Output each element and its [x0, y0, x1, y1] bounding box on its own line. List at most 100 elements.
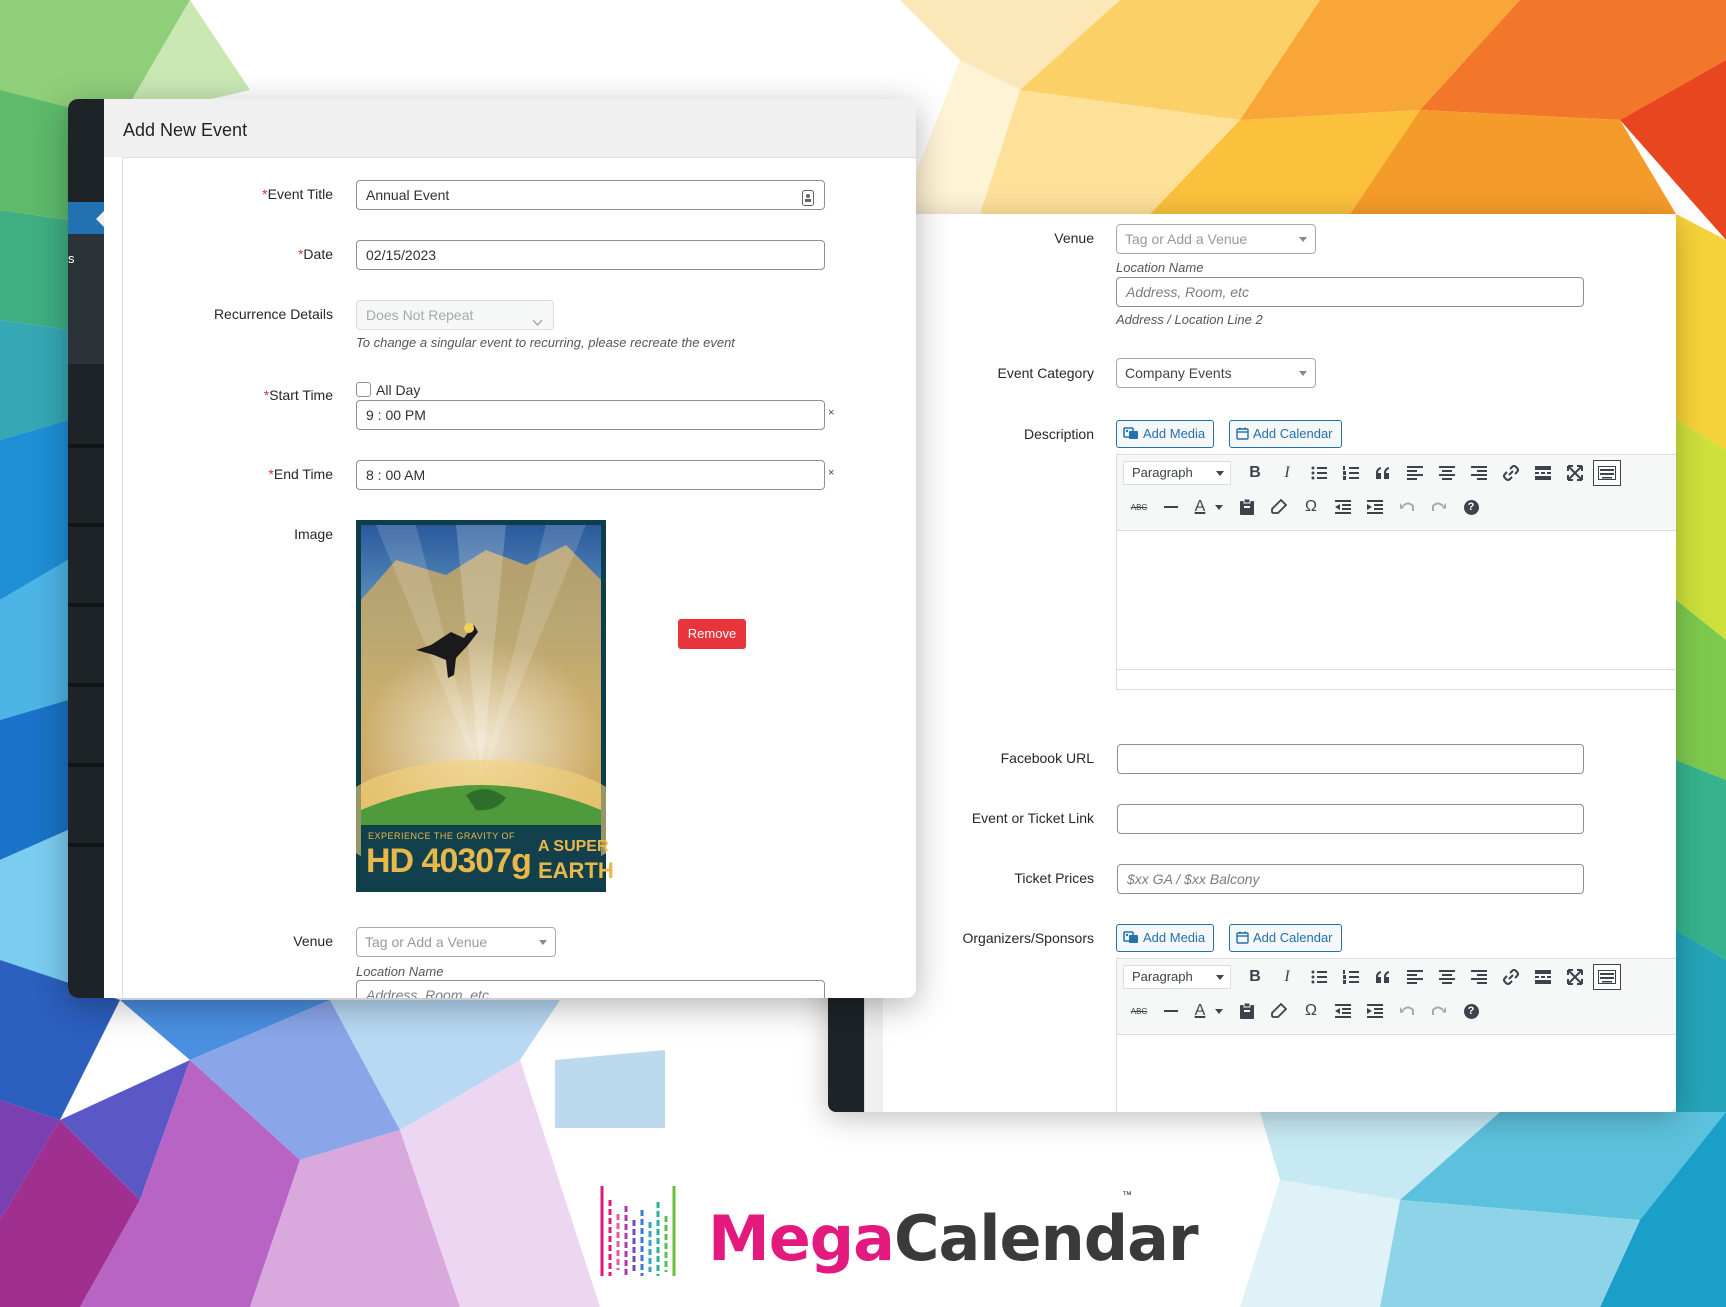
poster-subtitle-2: EARTH	[538, 858, 614, 883]
remove-image-button[interactable]: Remove	[678, 619, 746, 649]
read-more-icon[interactable]	[1527, 458, 1559, 488]
help-icon[interactable]: ?	[1455, 996, 1487, 1026]
end-time-label: *End Time	[268, 466, 333, 482]
chevron-down-icon	[1216, 471, 1224, 476]
add-calendar-label: Add Calendar	[1253, 930, 1333, 945]
undo-icon[interactable]	[1391, 492, 1423, 522]
blockquote-icon[interactable]	[1367, 458, 1399, 488]
text-color-icon[interactable]: A	[1187, 996, 1231, 1026]
trademark-symbol: ™	[1122, 1190, 1132, 1201]
align-right-icon[interactable]	[1463, 458, 1495, 488]
paste-text-icon[interactable]	[1231, 492, 1263, 522]
start-time-input[interactable]: 9 : 00 PM	[356, 400, 825, 430]
strikethrough-icon[interactable]: ABC	[1123, 996, 1155, 1026]
toolbar-row-1: Paragraph B I	[1123, 961, 1623, 993]
special-character-icon[interactable]: Ω	[1295, 996, 1327, 1026]
align-center-icon[interactable]	[1431, 458, 1463, 488]
date-label: *Date	[297, 246, 333, 262]
logo-mega-text: Mega	[708, 1202, 895, 1275]
organizers-add-media-button[interactable]: Add Media	[1116, 924, 1215, 953]
italic-icon[interactable]: I	[1271, 458, 1303, 488]
bold-icon[interactable]: B	[1239, 458, 1271, 488]
format-select-value: Paragraph	[1132, 969, 1193, 984]
link-icon[interactable]	[1495, 962, 1527, 992]
bold-icon[interactable]: B	[1239, 962, 1271, 992]
image-label: Image	[294, 526, 333, 542]
indent-icon[interactable]	[1359, 492, 1391, 522]
format-select[interactable]: Paragraph	[1123, 965, 1231, 989]
location-name-label: Location Name	[356, 964, 444, 979]
align-right-icon[interactable]	[1463, 962, 1495, 992]
fullscreen-icon[interactable]	[1559, 962, 1591, 992]
align-left-icon[interactable]	[1399, 962, 1431, 992]
link-icon[interactable]	[1495, 458, 1527, 488]
venue-select[interactable]: Tag or Add a Venue	[356, 927, 556, 957]
facebook-url-input[interactable]	[1117, 744, 1584, 774]
event-category-select[interactable]: Company Events	[1116, 358, 1316, 388]
format-select[interactable]: Paragraph	[1123, 461, 1231, 485]
ticket-prices-input[interactable]: $xx GA / $xx Balcony	[1117, 864, 1584, 894]
description-toolbar: Paragraph B I ABC A Ω ?	[1117, 455, 1676, 531]
recurrence-label: Recurrence Details	[213, 306, 333, 322]
organizers-add-calendar-button[interactable]: Add Calendar	[1229, 924, 1342, 952]
chevron-down-icon	[539, 940, 547, 945]
organizers-toolbar: Paragraph B I ABC A Ω ?	[1117, 959, 1676, 1035]
outdent-icon[interactable]	[1327, 492, 1359, 522]
start-time-label: *Start Time	[263, 387, 333, 403]
text-color-icon[interactable]: A	[1187, 492, 1231, 522]
outdent-icon[interactable]	[1327, 996, 1359, 1026]
ticket-link-input[interactable]	[1117, 804, 1584, 834]
special-character-icon[interactable]: Ω	[1295, 492, 1327, 522]
venue-select[interactable]: Tag or Add a Venue	[1116, 224, 1316, 254]
description-add-calendar-button[interactable]: Add Calendar	[1229, 420, 1342, 448]
fullscreen-icon[interactable]	[1559, 458, 1591, 488]
all-day-checkbox[interactable]	[356, 382, 371, 397]
chevron-down-icon	[532, 308, 543, 329]
redo-icon[interactable]	[1423, 492, 1455, 522]
event-category-value: Company Events	[1125, 365, 1232, 381]
date-input[interactable]: 02/15/2023	[356, 240, 825, 270]
redo-icon[interactable]	[1423, 996, 1455, 1026]
toolbar-toggle-icon[interactable]	[1593, 964, 1621, 990]
bullet-list-icon[interactable]	[1303, 962, 1335, 992]
description-content-area[interactable]	[1117, 531, 1676, 669]
indent-icon[interactable]	[1359, 996, 1391, 1026]
address-input[interactable]: Address, Room, etc	[1116, 277, 1584, 307]
poster-tagline: EXPERIENCE THE GRAVITY OF	[368, 831, 516, 841]
blockquote-icon[interactable]	[1367, 962, 1399, 992]
organizers-content-area[interactable]	[1117, 1035, 1676, 1112]
horizontal-line-icon[interactable]	[1155, 996, 1187, 1026]
address-input[interactable]: Address, Room, etc	[356, 980, 825, 998]
toolbar-toggle-icon[interactable]	[1593, 460, 1621, 486]
clear-formatting-icon[interactable]	[1263, 996, 1295, 1026]
media-icon	[1123, 927, 1139, 953]
align-center-icon[interactable]	[1431, 962, 1463, 992]
date-value: 02/15/2023	[366, 247, 437, 263]
read-more-icon[interactable]	[1527, 962, 1559, 992]
chevron-down-icon	[1216, 975, 1224, 980]
description-editor: Paragraph B I ABC A Ω ?	[1116, 454, 1676, 690]
align-left-icon[interactable]	[1399, 458, 1431, 488]
numbered-list-icon[interactable]	[1335, 458, 1367, 488]
megacalendar-logo: MegaCalendar ™	[598, 1180, 1199, 1280]
recurrence-select[interactable]: Does Not Repeat	[356, 300, 554, 330]
bullet-list-icon[interactable]	[1303, 458, 1335, 488]
italic-icon[interactable]: I	[1271, 962, 1303, 992]
clear-formatting-icon[interactable]	[1263, 492, 1295, 522]
description-label: Description	[1023, 426, 1094, 442]
horizontal-line-icon[interactable]	[1155, 492, 1187, 522]
end-time-input[interactable]: 8 : 00 AM	[356, 460, 825, 490]
help-icon[interactable]: ?	[1455, 492, 1487, 522]
ticket-prices-label: Ticket Prices	[1014, 870, 1094, 886]
clear-start-time-icon[interactable]: ×	[828, 407, 834, 419]
paste-text-icon[interactable]	[1231, 996, 1263, 1026]
undo-icon[interactable]	[1391, 996, 1423, 1026]
add-event-panel: s Add New Event *Event Title Annual Even…	[68, 99, 916, 998]
clear-end-time-icon[interactable]: ×	[828, 467, 834, 479]
strikethrough-icon[interactable]: ABC	[1123, 492, 1155, 522]
recurrence-value: Does Not Repeat	[366, 307, 474, 323]
description-add-media-button[interactable]: Add Media	[1116, 420, 1215, 448]
numbered-list-icon[interactable]	[1335, 962, 1367, 992]
event-title-input[interactable]: Annual Event	[356, 180, 825, 210]
poster-subtitle-1: A SUPER	[538, 838, 609, 855]
